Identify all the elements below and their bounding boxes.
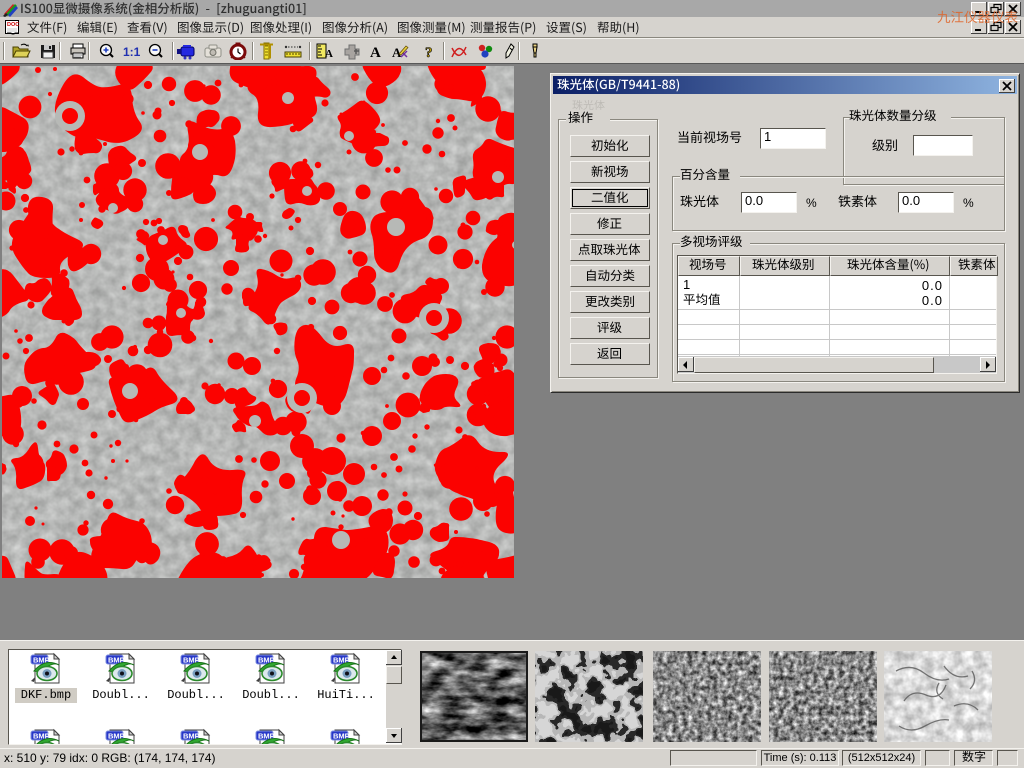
svg-text:1:1: 1:1 xyxy=(123,45,141,59)
svg-text:A: A xyxy=(325,48,333,60)
svg-text:A: A xyxy=(370,45,381,60)
svg-text:DOC: DOC xyxy=(7,22,19,28)
svg-text:?: ? xyxy=(425,45,433,60)
